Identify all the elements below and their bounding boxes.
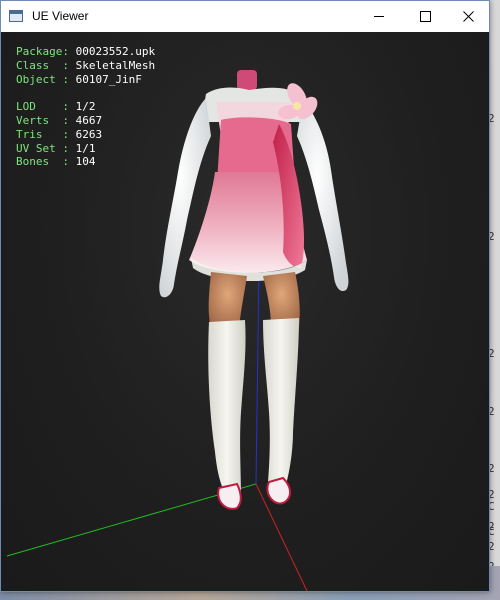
ue-viewer-window[interactable]: UE Viewer Package: 00023552.upk Class: … xyxy=(0,0,490,592)
maximize-button[interactable] xyxy=(402,1,448,32)
axis-z-line xyxy=(255,263,260,485)
info-object: Object : 60107_JinF xyxy=(16,72,142,86)
info-tris: Tris : 6263 xyxy=(16,127,103,141)
minimize-icon xyxy=(374,16,384,17)
close-icon xyxy=(463,11,474,22)
maximize-icon xyxy=(419,11,431,22)
info-package: Package: 00023552.upk xyxy=(16,45,156,58)
app-window-icon xyxy=(9,10,23,22)
title-bar[interactable]: UE Viewer xyxy=(1,1,489,32)
info-class: Class : SkeletalMesh xyxy=(16,58,156,72)
mesh-info-overlay: Package: 00023552.upk Class : SkeletalMe… xyxy=(16,45,155,169)
info-uvset: UV Set : 1/1 xyxy=(16,141,96,155)
window-title: UE Viewer xyxy=(32,9,89,23)
minimize-button[interactable] xyxy=(356,1,402,32)
info-lod: LOD : 1/2 xyxy=(16,100,96,114)
3d-viewport[interactable]: Package: 00023552.upk Class : SkeletalMe… xyxy=(1,32,489,591)
info-verts: Verts : 4667 xyxy=(16,113,103,127)
info-bones: Bones : 104 xyxy=(16,155,96,169)
close-button[interactable] xyxy=(448,1,489,32)
